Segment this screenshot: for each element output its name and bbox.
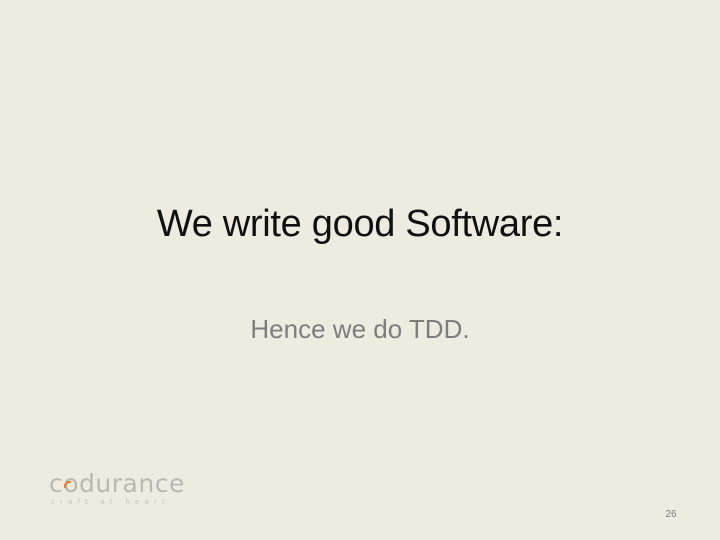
codurance-logo: codurance codurance craft at heart: [49, 469, 199, 507]
logo-accent-icon: [64, 480, 72, 489]
slide: We write good Software: Hence we do TDD.…: [0, 0, 720, 540]
logo-tagline: craft at heart: [51, 498, 171, 506]
page-number: 26: [665, 509, 677, 520]
logo-wordmark: codurance codurance: [49, 469, 185, 498]
slide-subtitle: Hence we do TDD.: [250, 314, 470, 344]
slide-title: We write good Software:: [156, 203, 564, 245]
